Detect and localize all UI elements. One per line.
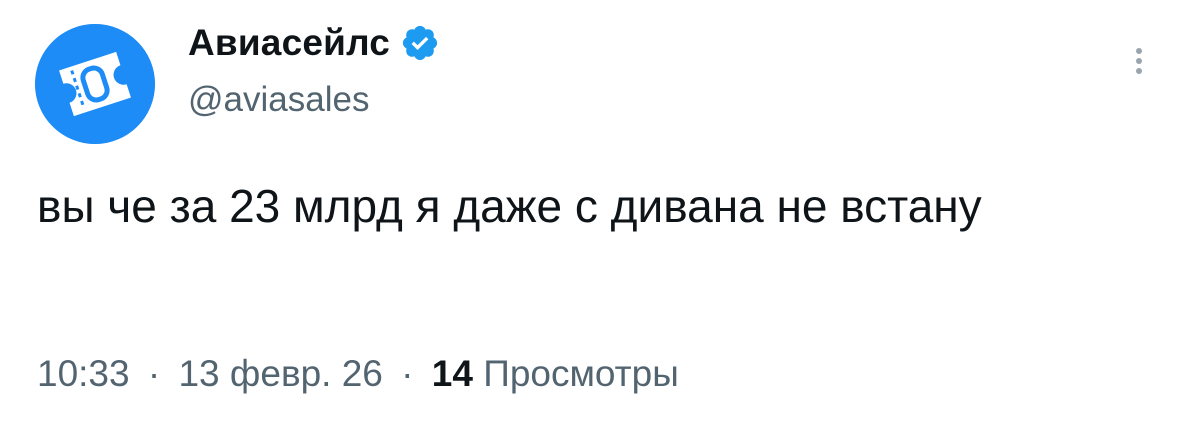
avatar[interactable] <box>35 24 155 144</box>
tweet-text: вы че за 23 млрд я даже с дивана не вста… <box>37 180 982 232</box>
views-count: 14 <box>431 353 473 394</box>
author-name-row: Авиасейлс <box>188 22 440 64</box>
ticket-logo-icon <box>35 24 155 144</box>
tweet-meta: 10:33 · 13 февр. 26 · 14 Просмотры <box>37 353 679 395</box>
tweet-card: Авиасейлс @aviasales вы че за 23 млрд я … <box>0 0 1200 424</box>
tweet-time[interactable]: 10:33 <box>37 353 130 394</box>
verified-badge-icon[interactable] <box>400 23 440 63</box>
meta-separator: · <box>401 353 414 394</box>
author-handle[interactable]: @aviasales <box>188 80 369 120</box>
meta-separator: · <box>147 353 161 394</box>
tweet-date[interactable]: 13 февр. 26 <box>178 353 382 394</box>
views-label: Просмотры <box>483 353 679 394</box>
more-options-icon[interactable] <box>1127 44 1151 94</box>
author-display-name[interactable]: Авиасейлс <box>188 22 390 64</box>
